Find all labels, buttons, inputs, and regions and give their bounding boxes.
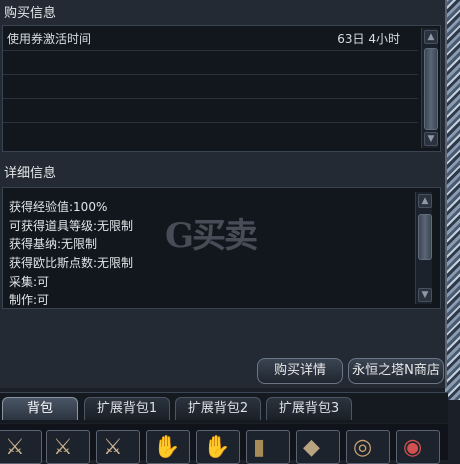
tab-bag[interactable]: 背包 (2, 397, 78, 420)
purchase-panel: 购买信息 使用券激活时间 63日 4小时 ▲ ▼ 详细信息 获得经验值:100%… (0, 0, 447, 388)
detail-line: 获得欧比斯点数:无限制 (9, 256, 134, 270)
inventory-slot[interactable]: ◎ (346, 430, 390, 464)
inventory-tabbar: 背包 扩展背包1 扩展背包2 扩展背包3 (0, 392, 448, 423)
inventory-slot[interactable]: ⚔ (0, 430, 42, 464)
background-scenery (445, 0, 460, 400)
scroll-thumb[interactable] (418, 214, 432, 260)
detail-line: 制作:可 (9, 293, 50, 307)
detail-line: 获得基纳:无限制 (9, 237, 98, 251)
scroll-thumb[interactable] (424, 48, 438, 130)
details-title: 详细信息 (4, 166, 57, 181)
inventory-slot[interactable]: ◉ (396, 430, 440, 464)
purchase-detail-button[interactable]: 购买详情 (257, 358, 343, 384)
details-scrollbar[interactable]: ▲ ▼ (415, 192, 432, 304)
scroll-up-icon[interactable]: ▲ (424, 30, 438, 44)
row-divider (3, 98, 418, 99)
purchase-info-title: 购买信息 (4, 6, 57, 21)
inventory-slot[interactable]: ⚔ (46, 430, 90, 464)
tab-extended-bag-3[interactable]: 扩展背包3 (266, 397, 352, 420)
activation-time-label: 使用券激活时间 (7, 32, 92, 46)
sword-icon: ⚔ (5, 435, 25, 460)
ring-icon: ◉ (403, 435, 423, 460)
activation-time-value: 63日 4小时 (337, 32, 400, 46)
inventory-slot[interactable]: ◆ (296, 430, 340, 464)
scroll-down-icon[interactable]: ▼ (424, 132, 438, 146)
scroll-down-icon[interactable]: ▼ (418, 288, 432, 302)
watermark-logo: G买卖 (165, 216, 258, 256)
gauntlet-icon: ✋ (203, 435, 231, 460)
inventory-slot[interactable]: ⚔ (96, 430, 140, 464)
tab-extended-bag-2[interactable]: 扩展背包2 (175, 397, 261, 420)
detail-line: 可获得道具等级:无限制 (9, 219, 134, 233)
inventory-slot[interactable]: ✋ (146, 430, 190, 464)
gauntlet-icon: ✋ (153, 435, 181, 460)
detail-line: 获得经验值:100% (9, 200, 108, 214)
row-divider (3, 74, 418, 75)
ring-icon: ◎ (353, 435, 373, 460)
tab-extended-bag-1[interactable]: 扩展背包1 (84, 397, 170, 420)
n-store-button[interactable]: 永恒之塔N商店 (348, 358, 444, 384)
boots-icon: ▮ (253, 435, 266, 460)
inventory-slot[interactable]: ✋ (196, 430, 240, 464)
scroll-up-icon[interactable]: ▲ (418, 194, 432, 208)
sword-icon: ⚔ (103, 435, 123, 460)
row-divider (3, 122, 418, 123)
inventory-slots: ⚔ ⚔ ⚔ ✋ ✋ ▮ ◆ ◎ ◉ (0, 424, 448, 464)
row-divider (3, 50, 418, 51)
purchase-info-box: 使用券激活时间 63日 4小时 ▲ ▼ (2, 25, 441, 152)
sword-icon: ⚔ (53, 435, 73, 460)
armor-icon: ◆ (303, 435, 320, 460)
inventory-slot[interactable]: ▮ (246, 430, 290, 464)
detail-line: 采集:可 (9, 275, 50, 289)
purchase-info-scrollbar[interactable]: ▲ ▼ (421, 28, 438, 148)
